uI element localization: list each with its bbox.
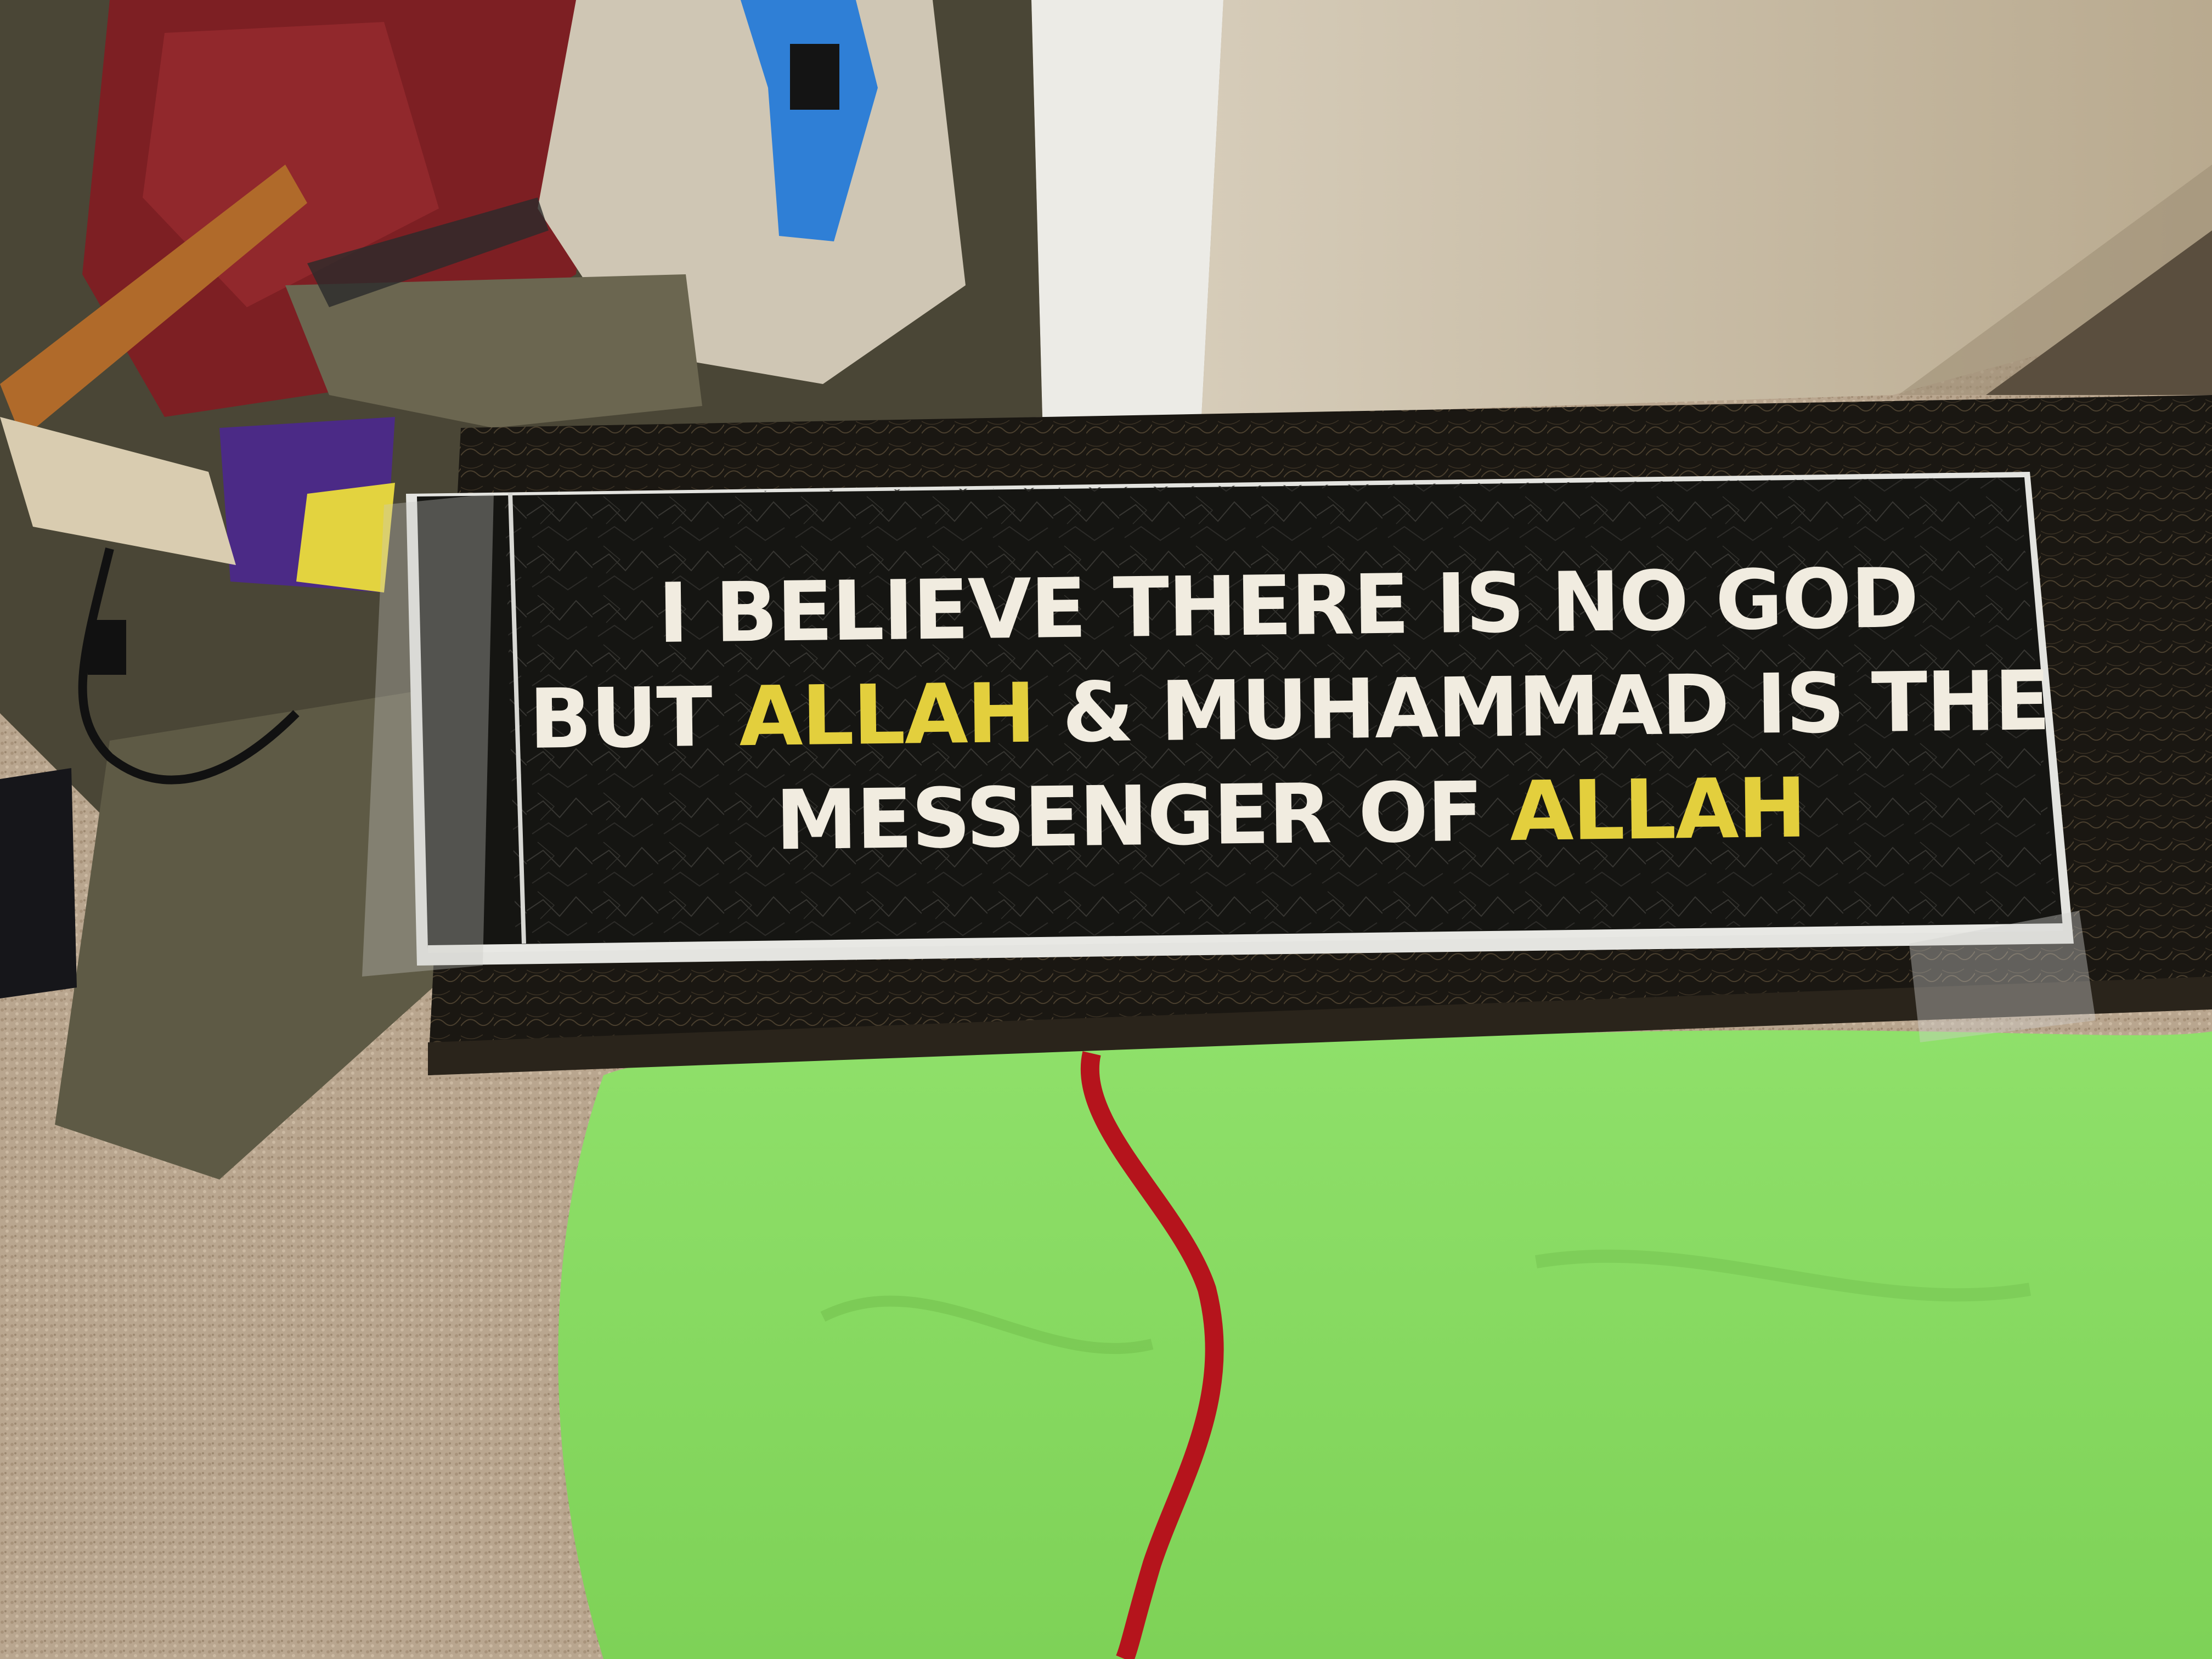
sticker-line-2: BUT ALLAH & MUHAMMAD IS THE: [493, 648, 2085, 772]
sticker-text: I BELIEVE THERE IS NO GOD BUT ALLAH & MU…: [492, 544, 2087, 876]
sticker-word-allah-2: ALLAH: [1509, 760, 1807, 860]
door-frame: [1031, 0, 1223, 417]
sticker-line-3: MESSENGER OF ALLAH: [494, 753, 2086, 876]
plastic-wrap: [362, 494, 494, 977]
sticker-line-1: I BELIEVE THERE IS NO GOD: [657, 550, 1918, 662]
sticker-word-allah-1: ALLAH: [738, 665, 1036, 765]
sticker-phrase-messenger: MESSENGER OF: [775, 764, 1483, 869]
green-blanket: [558, 1030, 2212, 1659]
sticker-phrase-muhammad: & MUHAMMAD IS THE: [1062, 653, 2050, 761]
sticker-word-but: BUT: [528, 669, 712, 768]
photo-scene: I BELIEVE THERE IS NO GOD BUT ALLAH & MU…: [0, 0, 2212, 1659]
